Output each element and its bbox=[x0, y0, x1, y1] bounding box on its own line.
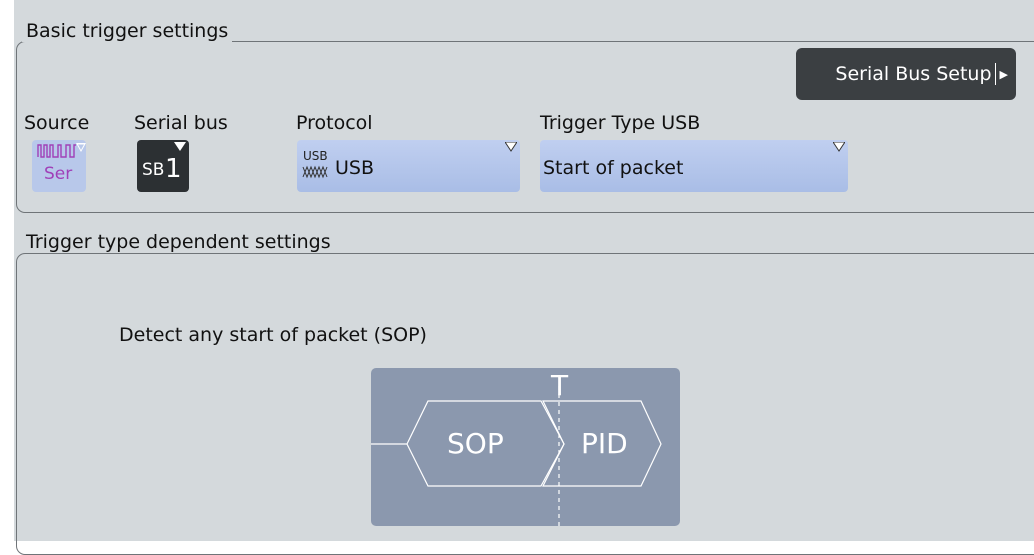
serial-bus-label: Serial bus bbox=[134, 112, 228, 134]
play-arrow-icon: ▶ bbox=[999, 67, 1008, 81]
pid-label: PID bbox=[581, 427, 628, 460]
dropdown-triangle-icon bbox=[833, 142, 845, 152]
dropdown-triangle-icon bbox=[505, 142, 517, 152]
serial-bus-selector[interactable]: SB 1 bbox=[137, 140, 189, 192]
serial-bus-prefix: SB bbox=[142, 160, 165, 180]
protocol-value: USB bbox=[335, 157, 375, 179]
protocol-dropdown[interactable]: USB USB bbox=[297, 140, 520, 192]
usb-icon-label: USB bbox=[303, 149, 328, 163]
source-label: Source bbox=[24, 112, 90, 134]
source-icon-text: Ser bbox=[44, 164, 73, 184]
basic-trigger-settings-title: Basic trigger settings bbox=[22, 20, 233, 42]
trigger-type-dropdown[interactable]: Start of packet bbox=[540, 140, 848, 192]
source-selector[interactable]: Ser bbox=[32, 140, 86, 192]
trigger-type-value: Start of packet bbox=[543, 157, 684, 179]
trigger-dependent-settings-title: Trigger type dependent settings bbox=[22, 231, 335, 253]
usb-waveform-icon bbox=[302, 165, 328, 179]
trigger-marker: T bbox=[551, 369, 569, 402]
trigger-type-label: Trigger Type USB bbox=[540, 112, 701, 134]
serial-bus-setup-button[interactable]: Serial Bus Setup ▶ bbox=[796, 48, 1016, 100]
serial-bus-number: 1 bbox=[165, 154, 182, 184]
trigger-description: Detect any start of packet (SOP) bbox=[119, 324, 427, 346]
sop-label: SOP bbox=[447, 427, 504, 460]
packet-shape-diagram bbox=[371, 386, 662, 526]
sop-trigger-diagram: T SOP PID bbox=[371, 368, 680, 526]
dropdown-triangle-icon bbox=[174, 142, 186, 151]
protocol-label: Protocol bbox=[296, 112, 373, 134]
trigger-settings-panel: Basic trigger settings Serial Bus Setup … bbox=[14, 0, 1034, 555]
separator bbox=[994, 63, 996, 85]
serial-bus-setup-label: Serial Bus Setup bbox=[835, 63, 992, 85]
